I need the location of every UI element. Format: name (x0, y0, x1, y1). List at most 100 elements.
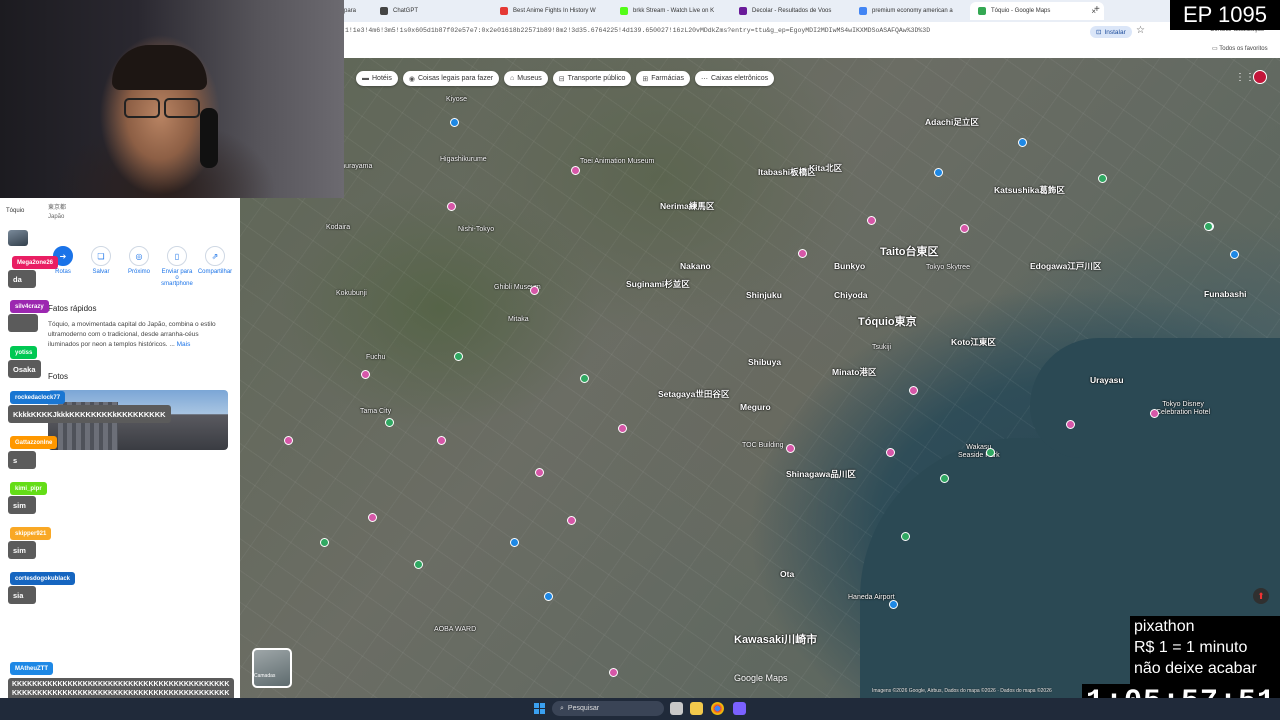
map-pin[interactable] (450, 118, 459, 127)
install-icon: ⊡ (1096, 29, 1102, 36)
map-label: Mitaka (508, 316, 529, 323)
chip-pharmacies[interactable]: ⊞ Farmácias (636, 71, 690, 86)
map-pin[interactable] (889, 600, 898, 609)
streamer-glasses (124, 98, 202, 118)
map-label: Minato港区 (832, 367, 877, 377)
map-attribution: Imagens ©2026 Google, Airbus, Dados do m… (872, 688, 1052, 694)
map-pin[interactable] (1230, 250, 1239, 259)
map-pin[interactable] (320, 538, 329, 547)
map-label: Nishi-Tokyo (458, 226, 495, 233)
chip-museums[interactable]: ⌂ Museus (504, 71, 548, 86)
map-label: Koto江東区 (951, 337, 996, 347)
map-pin[interactable] (385, 418, 394, 427)
map-pin[interactable] (535, 468, 544, 477)
all-bookmarks-button[interactable]: ▭ Todos os favoritos (1212, 45, 1268, 52)
account-avatar[interactable] (1253, 70, 1267, 84)
chat-message: da (8, 270, 36, 288)
episode-badge: EP 1095 (1170, 0, 1280, 30)
map-pin[interactable] (284, 436, 293, 445)
map-pin[interactable] (1066, 420, 1075, 429)
map-label: Bunkyo (834, 261, 866, 271)
map-pin[interactable] (1098, 174, 1107, 183)
chip-things-to-do[interactable]: ◉ Coisas legais para fazer (402, 71, 500, 86)
chrome-icon[interactable] (711, 702, 724, 715)
windows-start-icon[interactable] (534, 703, 545, 714)
task-view-icon[interactable] (670, 702, 683, 715)
map-pin[interactable] (798, 249, 807, 258)
map-pin[interactable] (901, 532, 910, 541)
map-label: Katsushika葛飾区 (994, 185, 1065, 195)
atm-icon: ⋯ (700, 75, 708, 83)
file-explorer-icon[interactable] (690, 702, 703, 715)
chip-hotels[interactable]: ▬ Hotéis (356, 71, 398, 86)
more-link[interactable]: Mais (177, 341, 191, 348)
map-pin[interactable] (414, 560, 423, 569)
taskbar-search[interactable]: ⌕ Pesquisar (552, 701, 664, 716)
map-pin[interactable] (437, 436, 446, 445)
share-button[interactable]: ⇗ Compartilhar (198, 246, 232, 287)
layers-button[interactable] (252, 648, 292, 688)
map-pin[interactable] (1150, 409, 1159, 418)
map-pin[interactable] (447, 202, 456, 211)
map-label: Funabashi (1204, 289, 1247, 299)
map-pin[interactable] (580, 374, 589, 383)
save-button[interactable]: ❏ Salvar (86, 246, 116, 287)
browser-tab[interactable]: Decolar - Resultados de Voos (731, 2, 859, 20)
nearby-icon: ◎ (129, 246, 149, 266)
browser-tab-active[interactable]: Tóquio - Google Maps × (970, 2, 1104, 20)
map-pin[interactable] (609, 668, 618, 677)
chat-username: Mega2one26 (12, 256, 59, 269)
map-pin[interactable] (567, 516, 576, 525)
map-pin[interactable] (960, 224, 969, 233)
share-icon: ⇗ (205, 246, 225, 266)
chip-atms[interactable]: ⋯ Caixas eletrônicos (694, 71, 775, 86)
map-pin[interactable] (530, 286, 539, 295)
map-pin[interactable] (867, 216, 876, 225)
compass-icon[interactable]: ⬆ (1253, 588, 1269, 604)
map-pin[interactable] (986, 448, 995, 457)
map-pin[interactable] (618, 424, 627, 433)
map-pin[interactable] (1204, 222, 1213, 231)
app-icon[interactable] (733, 702, 746, 715)
quick-facts-text: Tóquio, a movimentada capital do Japão, … (48, 321, 216, 349)
map-pin[interactable] (934, 168, 943, 177)
map-label: Edogawa江戸川区 (1030, 261, 1102, 271)
place-location: 東京都 Japão (48, 205, 67, 220)
map-pin[interactable] (886, 448, 895, 457)
chip-transit[interactable]: ⊟ Transporte público (552, 71, 632, 86)
satellite-map[interactable]: ▬ Hotéis ◉ Coisas legais para fazer ⌂ Museu… (240, 58, 1280, 698)
chat-username: MAtheuZTT (10, 662, 53, 675)
map-pin[interactable] (361, 370, 370, 379)
recent-place-thumb[interactable] (8, 230, 28, 246)
install-button[interactable]: ⊡ Instalar (1090, 26, 1132, 38)
map-pin[interactable] (510, 538, 519, 547)
bookmark-star-icon[interactable]: ☆ (1136, 25, 1145, 36)
browser-tab[interactable]: premium economy american a (851, 2, 979, 20)
nearby-button[interactable]: ◎ Próximo (124, 246, 154, 287)
map-pin[interactable] (454, 352, 463, 361)
taskbar: ⌕ Pesquisar (0, 698, 1280, 720)
webcam-feed (0, 0, 344, 198)
browser-tab[interactable]: brkk Stream - Watch Live on K (612, 2, 740, 20)
browser-tab[interactable]: ChatGPT (372, 2, 498, 20)
map-label: Shinjuku (746, 290, 782, 300)
map-label: Tokyo Disney Celebration Hotel (1156, 401, 1211, 416)
map-pin[interactable] (786, 444, 795, 453)
send-to-phone-button[interactable]: ▯ Enviar para o smartphone (161, 246, 193, 287)
map-pin[interactable] (571, 166, 580, 175)
chat-username: rockedaclock77 (10, 391, 66, 404)
chatgpt-icon (380, 7, 388, 15)
map-pin[interactable] (1018, 138, 1027, 147)
url-text[interactable]: 1!1e3!4m6!3m5!1s0x605d1b87f02e57e7:0x2e0… (345, 27, 930, 34)
map-pin[interactable] (940, 474, 949, 483)
train-icon: ⊟ (558, 75, 565, 83)
photos-title: Fotos (48, 372, 69, 381)
map-pin[interactable] (544, 592, 553, 601)
browser-tab[interactable]: Best Anime Fights In History W (492, 2, 620, 20)
bay-water (1030, 338, 1280, 458)
map-pin[interactable] (909, 386, 918, 395)
map-pin[interactable] (368, 513, 377, 522)
new-tab-icon[interactable]: + (1094, 4, 1100, 15)
map-label: Shibuya (748, 357, 782, 367)
google-apps-icon[interactable]: ⋮⋮ (1235, 72, 1255, 83)
